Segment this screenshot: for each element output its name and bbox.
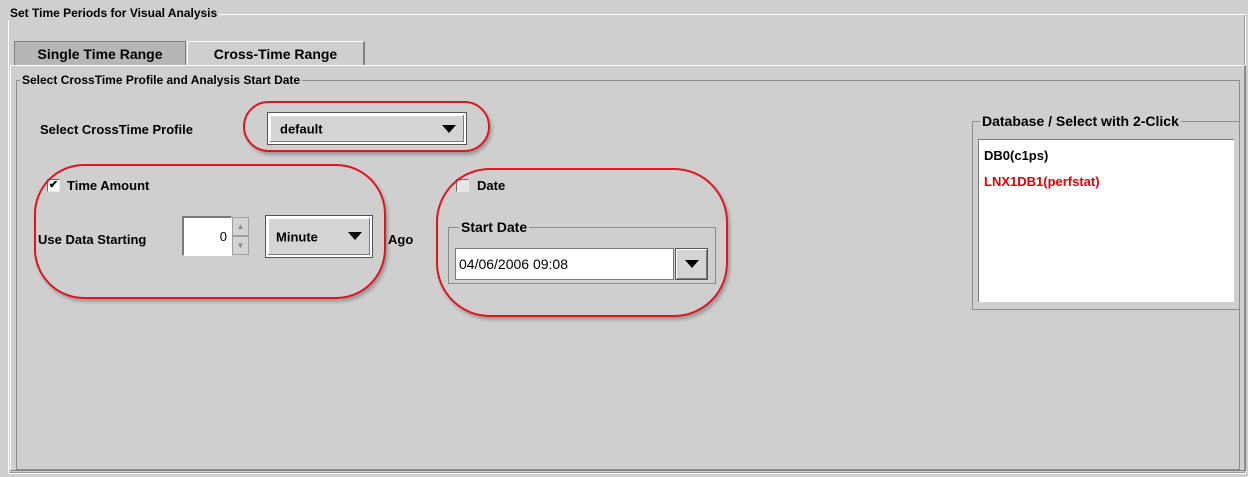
spin-down-icon[interactable]: ▼ <box>232 236 249 255</box>
time-unit-value: Minute <box>276 229 318 244</box>
date-checkbox[interactable] <box>456 179 469 192</box>
list-item[interactable]: DB0(c1ps) <box>984 148 1048 163</box>
list-item[interactable]: LNX1DB1(perfstat) <box>984 174 1100 189</box>
spinner-value: 0 <box>219 229 227 244</box>
start-date-title: Start Date <box>459 219 530 235</box>
profile-combobox[interactable]: default <box>267 112 467 145</box>
use-data-starting-label: Use Data Starting <box>38 232 147 247</box>
profile-value: default <box>280 121 323 136</box>
tab-cross-time-range[interactable]: Cross-Time Range <box>187 41 365 65</box>
ago-label: Ago <box>388 232 414 247</box>
window-title: Set Time Periods for Visual Analysis <box>8 6 220 20</box>
spin-up-icon[interactable]: ▲ <box>232 217 249 236</box>
profile-group-title: Select CrossTime Profile and Analysis St… <box>20 73 303 87</box>
start-date-field[interactable]: 04/06/2006 09:08 <box>455 248 674 280</box>
time-amount-label: Time Amount <box>67 178 150 193</box>
profile-label: Select CrossTime Profile <box>40 122 193 137</box>
database-list[interactable]: DB0(c1ps) LNX1DB1(perfstat) <box>978 139 1234 302</box>
database-title: Database / Select with 2-Click <box>980 113 1181 129</box>
date-dropdown-button[interactable] <box>675 248 708 280</box>
time-amount-checkbox[interactable]: ✔ <box>47 179 60 192</box>
time-amount-spinner[interactable]: 0 <box>182 216 232 256</box>
time-unit-combobox[interactable]: Minute <box>265 215 373 258</box>
check-icon: ✔ <box>48 179 59 191</box>
triangle-down-icon <box>684 260 699 268</box>
tab-single-time-range[interactable]: Single Time Range <box>14 41 186 65</box>
triangle-down-icon <box>348 232 362 240</box>
triangle-down-icon <box>442 125 456 133</box>
date-label: Date <box>477 178 506 193</box>
